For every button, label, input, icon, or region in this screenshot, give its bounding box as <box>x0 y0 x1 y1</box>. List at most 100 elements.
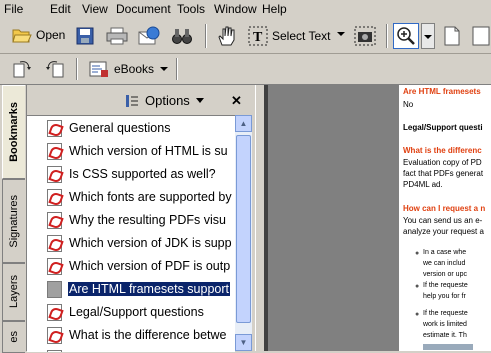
save-icon[interactable] <box>76 27 94 45</box>
page-text: In a case whe <box>423 249 467 256</box>
pdf-bookmark-icon <box>47 280 62 298</box>
pdf-bookmark-icon <box>47 188 62 206</box>
pdf-bookmark-icon <box>47 234 62 252</box>
document-background <box>268 85 399 351</box>
bookmark-item[interactable]: Which version of HTML is su <box>47 140 229 162</box>
tab-layers-label: Layers <box>8 275 20 309</box>
hand-tool-icon[interactable] <box>216 25 236 47</box>
scroll-down-button[interactable]: ▼ <box>235 334 252 351</box>
pdf-bookmark-icon <box>47 165 62 183</box>
search-binoculars-icon[interactable] <box>172 27 192 45</box>
bookmark-label: What is the difference betwe <box>69 328 227 342</box>
page-text: help you for fr <box>423 293 466 300</box>
ebooks-dropdown-arrow[interactable] <box>160 67 168 71</box>
secondary-toolbar: eBooks <box>0 54 491 85</box>
menu-view[interactable]: View <box>82 2 108 16</box>
rotate-page-ccw-icon[interactable] <box>44 59 66 79</box>
close-panel-button[interactable]: ✕ <box>231 93 242 109</box>
page-text: If the requeste <box>423 282 468 289</box>
open-button[interactable]: Open <box>12 26 65 44</box>
chevron-down-icon <box>424 35 432 39</box>
page-text: PD4ML ad. <box>403 180 443 189</box>
ebooks-button[interactable]: eBooks <box>88 59 154 79</box>
folder-open-icon <box>12 29 32 43</box>
menu-edit[interactable]: Edit <box>50 2 71 16</box>
scroll-up-button[interactable]: ▲ <box>235 115 252 132</box>
bookmark-item[interactable]: General questions <box>47 117 171 139</box>
bookmark-label: Are HTML framesets support <box>66 281 232 297</box>
menu-help[interactable]: Help <box>262 2 287 16</box>
scroll-thumb[interactable] <box>236 135 251 323</box>
toolbar-separator <box>176 58 178 80</box>
bookmark-item[interactable]: Which fonts are supported by <box>47 186 233 208</box>
bookmark-label: Which version of JDK is supp <box>69 236 232 250</box>
menu-document[interactable]: Document <box>116 2 171 16</box>
page-text: we can includ <box>423 260 466 267</box>
tab-bookmarks[interactable]: Bookmarks <box>2 85 25 179</box>
bookmark-item[interactable]: Why the resulting PDFs visu <box>47 209 227 231</box>
page-text: You can send us an e- <box>403 216 483 225</box>
toolbar-separator <box>205 24 207 48</box>
toolbar-separator <box>76 58 78 80</box>
bookmark-item[interactable] <box>47 347 62 352</box>
close-icon: ✕ <box>231 93 242 108</box>
page-text: estimate it. Th <box>423 332 467 339</box>
page-section-title: Legal/Support questi <box>403 123 483 132</box>
zoom-dropdown-button[interactable] <box>421 23 435 49</box>
pdf-bookmark-icon <box>47 303 62 321</box>
rotate-page-icon[interactable] <box>12 59 34 79</box>
bookmark-item[interactable]: Which version of JDK is supp <box>47 232 233 254</box>
menu-tools[interactable]: Tools <box>177 2 205 16</box>
truncated-line <box>423 344 473 350</box>
page-text: fact that PDFs generat <box>403 169 484 178</box>
svg-text:T: T <box>253 30 263 45</box>
page-text: version or upc <box>423 271 467 278</box>
tab-pages[interactable]: es <box>2 321 25 353</box>
bookmark-item[interactable]: Which version of PDF is outp <box>47 255 231 277</box>
bullet-icon: ● <box>415 250 420 257</box>
tab-layers[interactable]: Layers <box>2 263 25 321</box>
menu-window[interactable]: Window <box>214 2 257 16</box>
ebook-icon <box>89 61 108 77</box>
bookmark-label: Which fonts are supported by <box>69 190 232 204</box>
options-list-icon <box>126 94 138 107</box>
snapshot-camera-icon[interactable] <box>354 26 376 46</box>
menu-file[interactable]: File <box>4 2 23 16</box>
toolbar-separator <box>386 24 388 48</box>
pdf-bookmark-icon <box>47 211 62 229</box>
options-menu-button[interactable]: Options <box>125 93 204 108</box>
select-text-button[interactable]: T Select Text <box>248 26 330 46</box>
print-icon[interactable] <box>106 27 128 45</box>
page-text: If the requeste <box>423 310 468 317</box>
pdf-bookmark-icon <box>47 142 62 160</box>
bookmark-item[interactable]: What is the difference betwe <box>47 324 228 346</box>
bullet-icon: ● <box>415 311 420 318</box>
pdf-bookmark-icon <box>47 257 62 275</box>
bookmark-item-selected[interactable]: Are HTML framesets support <box>47 278 232 300</box>
bookmarks-panel-header: Options ✕ <box>27 85 255 115</box>
open-label: Open <box>36 28 66 42</box>
bullet-icon: ● <box>415 283 420 290</box>
tab-pages-label: es <box>8 331 20 343</box>
bookmark-item[interactable]: Is CSS supported as well? <box>47 163 217 185</box>
zoom-in-icon <box>397 27 415 45</box>
bookmark-item[interactable]: Legal/Support questions <box>47 301 205 323</box>
page-heading: Are HTML framesets <box>403 87 481 96</box>
bookmark-label: Why the resulting PDFs visu <box>69 213 226 227</box>
pdf-bookmark-icon <box>47 326 62 344</box>
tab-signatures[interactable]: Signatures <box>2 179 25 263</box>
bookmarks-list: General questions Which version of HTML … <box>27 115 235 352</box>
bookmarks-scrollbar[interactable]: ▲ ▼ <box>235 115 252 351</box>
ebooks-label: eBooks <box>114 62 155 76</box>
select-text-dropdown-arrow[interactable] <box>337 32 345 36</box>
zoom-in-button[interactable] <box>393 23 419 49</box>
page-heading: What is the differenc <box>403 146 482 155</box>
select-text-label: Select Text <box>272 29 331 43</box>
page-text: No <box>403 100 414 109</box>
email-icon[interactable] <box>138 26 160 46</box>
chevron-down-icon <box>195 98 204 103</box>
fit-page-icon[interactable] <box>472 26 491 46</box>
actual-size-page-icon[interactable] <box>444 26 460 46</box>
page-heading: How can I request a n <box>403 204 486 213</box>
bookmark-label: Which version of PDF is outp <box>69 259 231 273</box>
